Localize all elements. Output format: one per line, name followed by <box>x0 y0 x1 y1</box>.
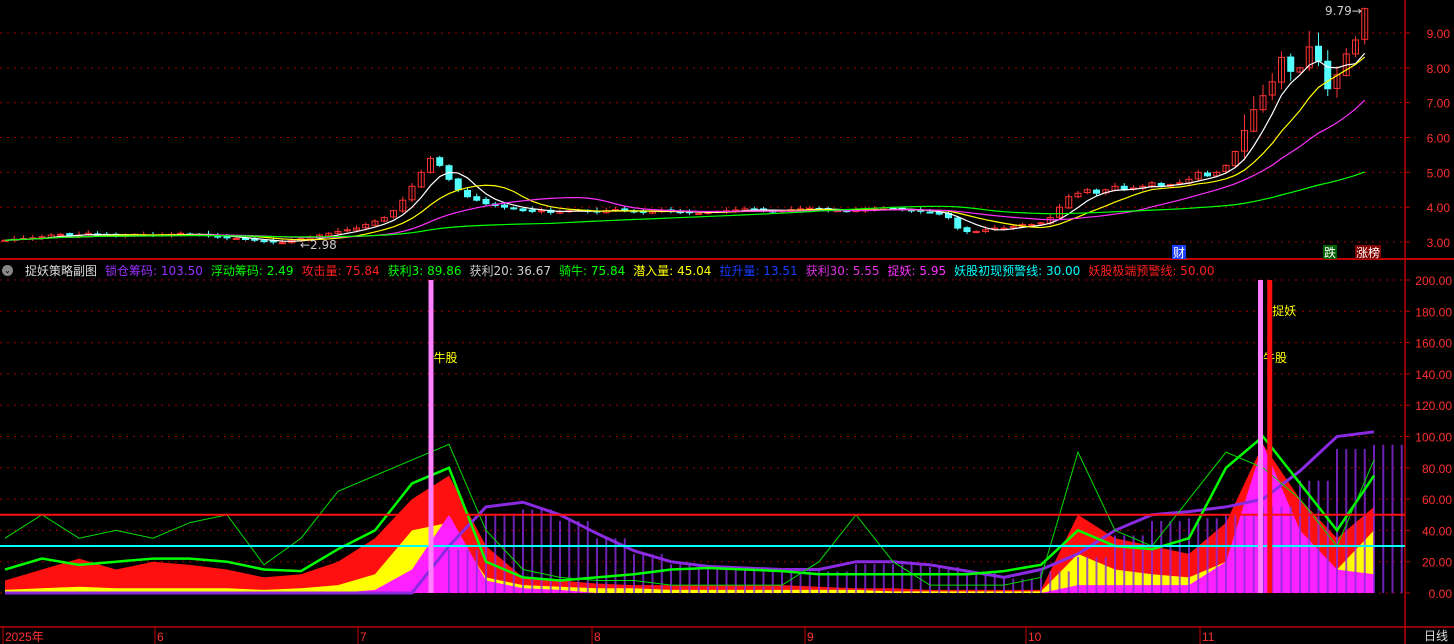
candle-body <box>1315 45 1322 62</box>
candle-body <box>510 207 518 210</box>
indicator-tick-label: 160.00 <box>1415 337 1452 351</box>
signal-label: 牛股 <box>1263 350 1287 365</box>
indicator-tick-label: 0.00 <box>1429 587 1453 601</box>
date-tick-label: 7 <box>360 630 367 644</box>
candle-body <box>1204 172 1211 177</box>
price-tick-label: 3.00 <box>1427 236 1451 250</box>
stock-chart[interactable]: 3.00 4.00 5.00 6.00 7.00 8.00 9.00 0.00 20.00 40.… <box>0 0 1454 644</box>
date-tick-label: 9 <box>807 630 814 644</box>
date-tick-label: 6 <box>157 630 164 644</box>
candle-body <box>926 211 934 214</box>
ma20-line <box>4 99 1366 241</box>
candle-body <box>269 240 277 243</box>
date-tick-label: 8 <box>594 630 601 644</box>
candle-body <box>528 209 536 212</box>
indicator-tick-label: 20.00 <box>1422 556 1452 570</box>
price-tick-label: 7.00 <box>1427 97 1451 111</box>
period-label[interactable]: 日线 <box>1424 627 1448 644</box>
date-tick-label: 11 <box>1202 630 1215 644</box>
legend-item: 锁仓筹码: 103.50 <box>105 263 203 278</box>
ma10-line <box>4 56 1366 241</box>
legend-item: 获利30: 5.55 <box>805 263 880 278</box>
legend-item: 捉妖: 5.95 <box>887 263 947 278</box>
signal-bar <box>1267 280 1273 593</box>
candle-body <box>436 157 444 166</box>
indicator-tick-label: 140.00 <box>1415 368 1452 382</box>
legend-item: 妖股初现预警线: 30.00 <box>954 263 1081 278</box>
low-price-label: ←2.98 <box>300 238 337 252</box>
legend-item: 获利20: 36.67 <box>469 263 552 278</box>
signal-label: 牛股 <box>434 350 458 365</box>
high-price-label: 9.79→ <box>1325 4 1362 18</box>
candle-body <box>482 199 490 205</box>
candle-body <box>972 231 980 234</box>
price-tick-label: 4.00 <box>1427 201 1451 215</box>
legend-item: 骑牛: 75.84 <box>559 263 626 278</box>
candle-body <box>473 196 481 201</box>
indicator-legend: ⌄ 捉妖策略副图 锁仓筹码: 103.50 浮动筹码: 2.49 攻击量: 75.8… <box>0 260 1223 280</box>
date-tick-label: 10 <box>1028 630 1042 644</box>
candle-body <box>954 217 962 229</box>
signal-bar <box>428 280 434 593</box>
indicator-tick-label: 80.00 <box>1422 462 1452 476</box>
price-tick-label: 5.00 <box>1427 166 1451 180</box>
indicator-tick-label: 180.00 <box>1415 305 1452 319</box>
signal-bar <box>1258 280 1263 593</box>
candle-body <box>1000 227 1008 230</box>
legend-item: 攻击量: 75.84 <box>301 263 380 278</box>
legend-item: 潜入量: 45.04 <box>633 263 712 278</box>
legend-items: 锁仓筹码: 103.50 浮动筹码: 2.49 攻击量: 75.84 获利3: 89.… <box>105 262 1223 279</box>
legend-item: 获利3: 89.86 <box>387 263 462 278</box>
legend-item: 妖股极端预警线: 50.00 <box>1088 263 1215 278</box>
candle-body <box>695 212 703 215</box>
candle-body <box>1287 56 1295 72</box>
candle-body <box>1093 189 1100 194</box>
panel-title: 捉妖策略副图 <box>25 263 98 278</box>
price-tick-label: 9.00 <box>1427 27 1451 41</box>
indicator-tick-label: 40.00 <box>1422 524 1452 538</box>
indicator-tick-label: 60.00 <box>1422 493 1452 507</box>
collapse-icon[interactable]: ⌄ <box>2 264 13 276</box>
candle-body <box>454 178 462 191</box>
candle-body <box>38 236 46 239</box>
candle-body <box>57 233 64 236</box>
candle-body <box>279 242 286 245</box>
badge-label: 涨榜 <box>1356 245 1380 260</box>
candle-body <box>464 189 471 198</box>
ma5-line <box>4 52 1366 242</box>
candle-body <box>260 240 268 243</box>
badge-label: 跌 <box>1324 245 1336 260</box>
legend-item: 浮动筹码: 2.49 <box>210 263 294 278</box>
indicator-tick-label: 100.00 <box>1415 431 1452 445</box>
price-tick-label: 6.00 <box>1427 132 1451 146</box>
signal-label: 捉妖 <box>1272 303 1296 318</box>
date-tick-label: 2025年 <box>5 630 44 644</box>
badge-label: 财 <box>1173 246 1185 260</box>
price-tick-label: 8.00 <box>1427 62 1451 76</box>
candle-body <box>963 227 971 233</box>
candle-body <box>232 238 240 241</box>
candle-body <box>501 204 508 208</box>
indicator-tick-label: 120.00 <box>1415 399 1452 413</box>
candle-body <box>519 208 527 212</box>
candle-body <box>242 238 249 241</box>
candle-body <box>935 211 943 215</box>
candle-body <box>1028 224 1036 227</box>
indicator-tick-label: 200.00 <box>1415 274 1452 288</box>
legend-item: 拉升量: 13.51 <box>719 263 798 278</box>
